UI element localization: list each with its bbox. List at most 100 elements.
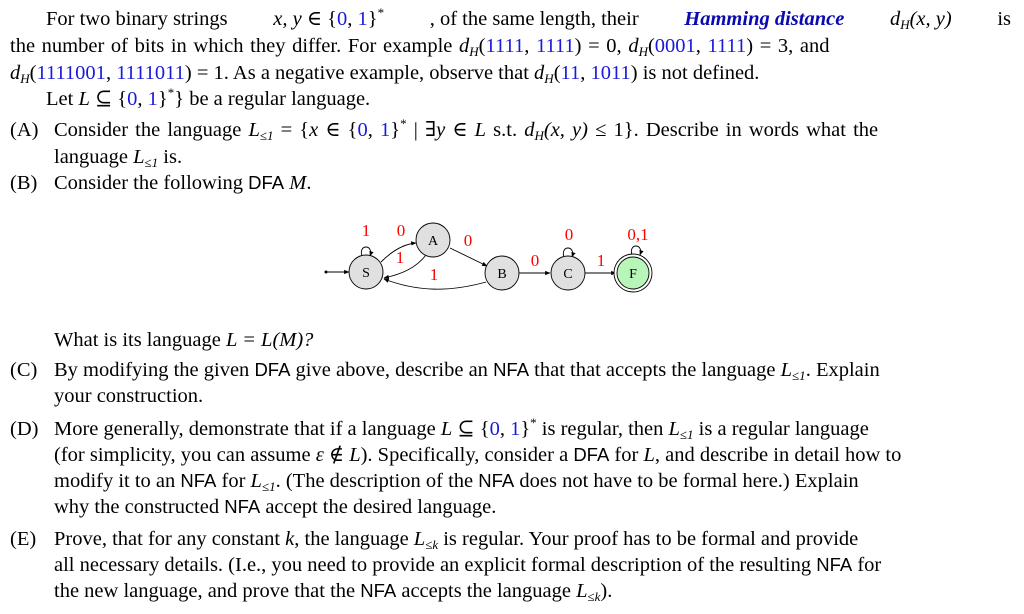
num: 1 [380,119,391,141]
subscript: ≤1 [679,427,694,442]
text: Consider the following [54,172,249,194]
part-a-marker: (A) [10,119,39,141]
text: ). Specifically, consider a [360,444,574,466]
text: for [852,554,882,576]
text: What is its language [54,329,226,351]
subscript: H [900,17,910,32]
num: 11 [560,62,581,84]
num: 1111 [707,35,747,57]
part-c-line-1: By modifying the given DFA give above, d… [54,358,880,382]
text: (for simplicity, you can assume [54,444,316,466]
intro-line-1: For two binary strings x, y ∈ {0, 1}* , … [46,5,1011,31]
dfa-diagram: S A B C F 1 0 1 0 1 0 0 1 0,1 [324,221,653,293]
text: accepts the language [396,580,577,602]
num: 1 [357,8,368,30]
part-d-line-1: More generally, demonstrate that if a la… [54,415,869,442]
text: . [306,172,312,194]
part-e-marker: (E) [10,528,37,550]
text: ≤ 1}. Describe in words what the [587,119,879,141]
text: is. [158,146,183,168]
text: give above, describe an [290,359,494,381]
dfa-acronym: DFA [573,444,610,465]
num: 1111011 [116,62,185,84]
edge-label-S-S: 1 [362,221,371,240]
dh: dH [459,35,479,59]
state-label: S [362,266,370,281]
subscript: ≤k [587,589,601,604]
L-le-k: L≤k [576,580,601,604]
num: 0 [357,119,368,141]
state-S: S [348,254,384,290]
dh: dH(x, y) [524,119,588,143]
math: = L(M)? [236,329,314,351]
L-le-k: L≤k [413,528,439,552]
part-e-line-1: Prove, that for any constant k, the lang… [54,527,858,551]
sym: ∈ [445,119,475,141]
text: , and describe in detail how to [654,444,902,466]
subscript: ≤1 [144,155,159,170]
text: More generally, demonstrate that if a la… [54,418,441,440]
var: d [889,8,901,30]
edge-label-B-C: 0 [531,251,540,270]
part-e-line-2: all necessary details. (I.e., you need t… [54,553,881,577]
math: ε ∉ L [315,444,361,466]
var: L [474,119,487,141]
var: x, y [273,8,302,30]
edge-label-C-C: 0 [565,225,574,244]
num: 1 [510,418,521,440]
text: } be a regular language. [174,88,371,110]
state-label: F [629,267,637,282]
text: Consider the language [54,119,249,141]
text: , the language [294,528,414,550]
num: 0 [489,418,500,440]
text: is [997,8,1011,30]
text: . Explain [805,359,880,381]
num: 1111 [485,35,525,57]
sym: , [347,8,358,30]
text: For two binary strings [46,8,228,30]
edge-label-S-A: 0 [397,221,406,240]
text: the new language, and prove that the [54,580,361,602]
part-c-line-2: your construction. [54,385,204,407]
subscript: ≤1 [261,479,276,494]
text: By modifying the given [54,359,255,381]
var: L [440,418,453,440]
part-a-line-2: language L≤1 is. [54,145,182,169]
nfa-acronym: NFA [493,359,530,380]
text: = 3, and [753,35,830,57]
text: accept the desired language. [260,496,497,518]
edge-label-C-F: 1 [597,251,606,270]
text: is a regular language [693,418,869,440]
state-label: C [563,267,572,282]
num: 1011 [590,62,631,84]
text: ). [600,580,613,602]
text: Let [46,88,79,110]
intro-line-3: dH(1111001, 1111011) = 1. As a negative … [10,62,760,86]
part-e-line-3: the new language, and prove that the NFA… [54,579,612,603]
state-C: C [550,255,586,291]
args: (x, y) [909,8,952,30]
num: 0 [337,8,348,30]
sym: ⊆ { [89,88,128,110]
num: 0 [127,88,138,110]
text: . (The description of the [275,470,479,492]
part-d-marker: (D) [10,418,39,440]
kleene-star: * [377,5,385,20]
text: = 0, [581,35,629,57]
L-le-1: L≤1 [248,119,274,143]
text: is regular. Your proof has to be formal … [438,528,859,550]
nfa-acronym: NFA [816,554,853,575]
sym: ∈ { [301,8,337,30]
text: for [216,470,251,492]
text: language [54,146,134,168]
state-F: F [613,253,653,293]
L-le-1: L≤1 [250,470,276,494]
subscript: ≤1 [259,128,274,143]
intro-line-2: the number of bits in which they differ.… [10,35,830,59]
part-b-line-1: Consider the following DFA M. [54,171,311,195]
sym: | ∃ [406,119,437,141]
math-dh: dH(x, y) [890,7,952,31]
sym: } [367,8,378,30]
part-d-line-2: (for simplicity, you can assume ε ∉ L). … [54,443,901,467]
part-a-line-1: Consider the language L≤1 = {x ∈ {0, 1}*… [54,116,879,143]
